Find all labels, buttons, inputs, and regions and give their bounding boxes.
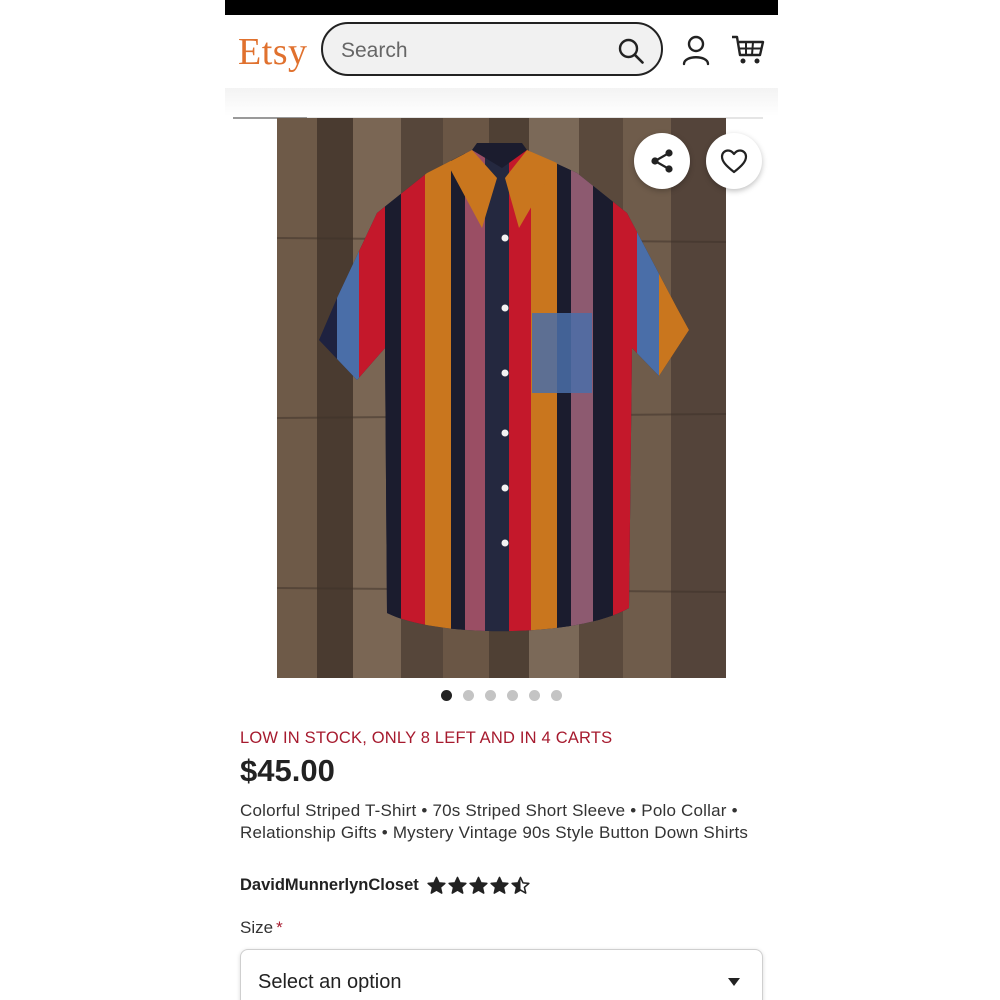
chevron-down-icon (728, 978, 740, 986)
share-icon (651, 149, 673, 173)
carousel-dot[interactable] (507, 690, 518, 701)
phone-screen: Etsy Search LOW IN STOCK, ONLY 8 LEFT AN… (225, 0, 778, 1000)
favorite-button[interactable] (706, 133, 762, 189)
size-select-value: Select an option (258, 971, 402, 993)
carousel-dot[interactable] (551, 690, 562, 701)
product-image[interactable] (277, 118, 726, 678)
status-bar (225, 0, 778, 15)
carousel-dot[interactable] (529, 690, 540, 701)
size-label-text: Size (240, 918, 274, 937)
required-mark: * (276, 918, 283, 937)
carousel-dot[interactable] (441, 690, 452, 701)
cart-icon[interactable] (731, 34, 765, 66)
price: $45.00 (240, 753, 335, 788)
shop-name[interactable]: DavidMunnerlynCloset (240, 876, 419, 895)
search-input[interactable]: Search (321, 22, 663, 76)
star-half-icon (511, 876, 530, 894)
star-full-icon (427, 876, 446, 894)
search-icon[interactable] (617, 37, 645, 65)
etsy-logo[interactable]: Etsy (238, 30, 308, 74)
size-label: Size * (240, 918, 283, 938)
heart-icon (720, 149, 748, 174)
search-placeholder: Search (341, 39, 408, 62)
header-shadow (225, 88, 778, 116)
listing-title: Colorful Striped T-Shirt • 70s Striped S… (240, 801, 749, 842)
share-button[interactable] (634, 133, 690, 189)
stock-notice: LOW IN STOCK, ONLY 8 LEFT AND IN 4 CARTS (240, 729, 613, 747)
size-select[interactable]: Select an option (240, 949, 763, 1000)
carousel-dots (441, 690, 562, 702)
shop-row: DavidMunnerlynCloset (240, 876, 530, 895)
rating-stars[interactable] (427, 876, 530, 895)
star-full-icon (469, 876, 488, 894)
carousel-dot[interactable] (463, 690, 474, 701)
carousel-dot[interactable] (485, 690, 496, 701)
star-full-icon (490, 876, 509, 894)
account-icon[interactable] (681, 34, 711, 66)
star-full-icon (448, 876, 467, 894)
